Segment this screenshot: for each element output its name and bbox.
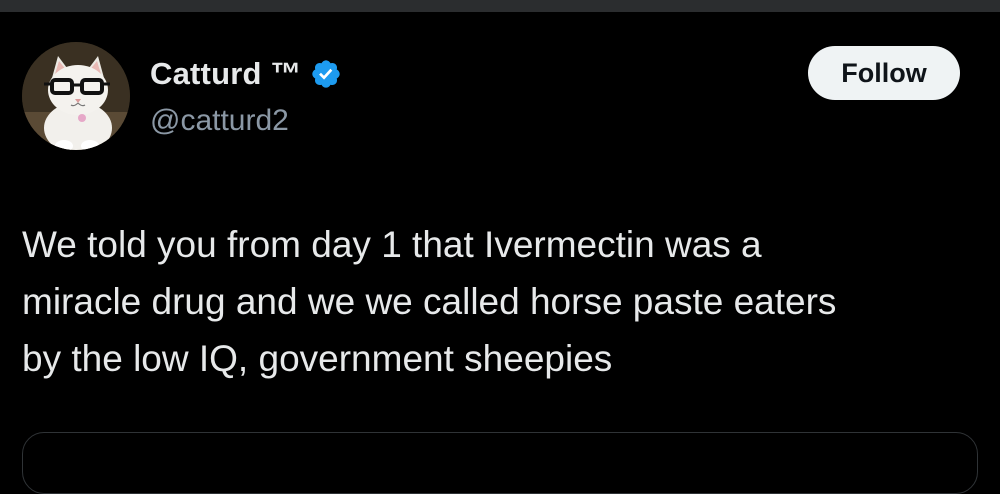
tweet-text-line: by the low IQ, government sheepies — [22, 338, 613, 379]
top-strip — [0, 0, 1000, 12]
follow-button[interactable]: Follow — [808, 46, 960, 100]
tweet-text-line: We told you from day 1 that Ivermectin w… — [22, 224, 762, 265]
author-avatar[interactable] — [22, 42, 130, 150]
author-handle[interactable]: @catturd2 — [150, 104, 289, 138]
tweet-text: We told you from day 1 that Ivermectin w… — [22, 216, 972, 387]
tweet-text-line: miracle drug and we we called horse past… — [22, 281, 837, 322]
author-display-name[interactable]: Catturd ™ — [150, 56, 302, 92]
embedded-card[interactable] — [22, 432, 978, 494]
author-name-row: Catturd ™ — [150, 54, 342, 94]
tweet-card: Catturd ™ @catturd2 Follow We told you f… — [0, 12, 1000, 494]
cat-with-glasses-avatar-icon — [22, 42, 130, 150]
verified-badge-icon[interactable] — [310, 58, 342, 90]
